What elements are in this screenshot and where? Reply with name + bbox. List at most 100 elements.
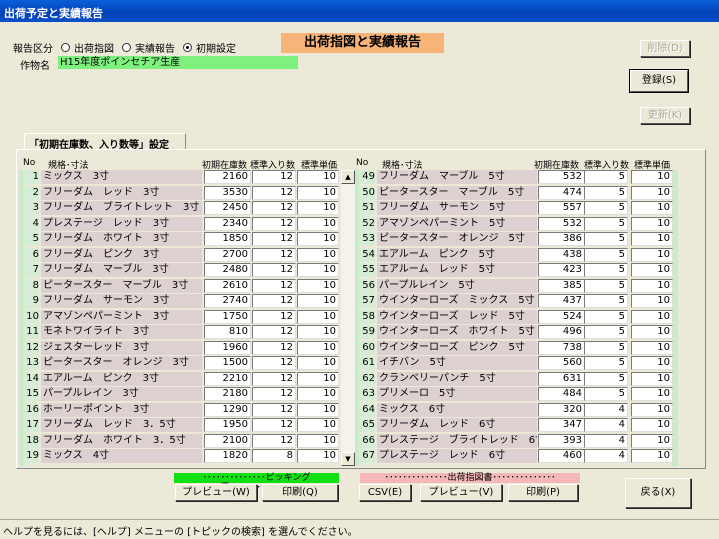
price-field[interactable]: 10 <box>297 387 339 401</box>
table-scrollbar[interactable]: ▲ ▼ <box>341 170 355 466</box>
price-field[interactable]: 10 <box>631 418 673 432</box>
register-button[interactable]: 登録(S) <box>629 69 689 93</box>
stock-field[interactable]: 2160 <box>204 170 251 184</box>
price-field[interactable]: 10 <box>297 201 339 215</box>
price-field[interactable]: 10 <box>297 247 339 262</box>
stock-field[interactable]: 320 <box>538 402 585 417</box>
stock-field[interactable]: 460 <box>538 449 585 463</box>
price-field[interactable]: 10 <box>631 402 673 417</box>
stock-field[interactable]: 3530 <box>204 185 251 200</box>
stock-field[interactable]: 532 <box>538 170 585 184</box>
price-field[interactable]: 10 <box>297 433 339 448</box>
stock-field[interactable]: 532 <box>538 216 585 231</box>
price-field[interactable]: 10 <box>631 185 673 200</box>
update-button[interactable]: 更新(K) <box>640 107 690 124</box>
quantity-field[interactable]: 12 <box>252 263 296 277</box>
price-field[interactable]: 10 <box>631 371 673 386</box>
quantity-field[interactable]: 5 <box>584 263 628 277</box>
stock-field[interactable]: 560 <box>538 356 585 370</box>
quantity-field[interactable]: 12 <box>252 433 296 448</box>
price-field[interactable]: 10 <box>297 294 339 308</box>
price-field[interactable]: 10 <box>297 418 339 432</box>
quantity-field[interactable]: 8 <box>252 449 296 463</box>
radio-result-report[interactable]: 実績報告 <box>122 40 175 55</box>
quantity-field[interactable]: 4 <box>584 449 628 463</box>
quantity-field[interactable]: 12 <box>252 216 296 231</box>
price-field[interactable]: 10 <box>297 325 339 339</box>
quantity-field[interactable]: 12 <box>252 371 296 386</box>
stock-field[interactable]: 386 <box>538 232 585 246</box>
shipping-print-button[interactable]: 印刷(P) <box>508 484 578 501</box>
stock-field[interactable]: 496 <box>538 325 585 339</box>
quantity-field[interactable]: 5 <box>584 216 628 231</box>
stock-field[interactable]: 1290 <box>204 402 251 417</box>
back-button[interactable]: 戻る(X) <box>625 478 691 508</box>
stock-field[interactable]: 2740 <box>204 294 251 308</box>
price-field[interactable]: 10 <box>631 433 673 448</box>
price-field[interactable]: 10 <box>631 294 673 308</box>
price-field[interactable]: 10 <box>631 325 673 339</box>
quantity-field[interactable]: 5 <box>584 294 628 308</box>
quantity-field[interactable]: 12 <box>252 278 296 293</box>
stock-field[interactable]: 2610 <box>204 278 251 293</box>
quantity-field[interactable]: 12 <box>252 340 296 355</box>
quantity-field[interactable]: 5 <box>584 232 628 246</box>
picking-print-button[interactable]: 印刷(Q) <box>262 484 338 501</box>
price-field[interactable]: 10 <box>631 247 673 262</box>
scroll-down-icon[interactable]: ▼ <box>341 452 355 466</box>
stock-field[interactable]: 2450 <box>204 201 251 215</box>
price-field[interactable]: 10 <box>631 387 673 401</box>
price-field[interactable]: 10 <box>297 170 339 184</box>
stock-field[interactable]: 2340 <box>204 216 251 231</box>
quantity-field[interactable]: 4 <box>584 402 628 417</box>
quantity-field[interactable]: 12 <box>252 185 296 200</box>
stock-field[interactable]: 1850 <box>204 232 251 246</box>
stock-field[interactable]: 524 <box>538 309 585 324</box>
quantity-field[interactable]: 12 <box>252 170 296 184</box>
price-field[interactable]: 10 <box>297 309 339 324</box>
quantity-field[interactable]: 12 <box>252 387 296 401</box>
stock-field[interactable]: 474 <box>538 185 585 200</box>
price-field[interactable]: 10 <box>297 263 339 277</box>
stock-field[interactable]: 1820 <box>204 449 251 463</box>
quantity-field[interactable]: 5 <box>584 340 628 355</box>
price-field[interactable]: 10 <box>631 170 673 184</box>
stock-field[interactable]: 437 <box>538 294 585 308</box>
price-field[interactable]: 10 <box>297 449 339 463</box>
stock-field[interactable]: 423 <box>538 263 585 277</box>
stock-field[interactable]: 1500 <box>204 356 251 370</box>
price-field[interactable]: 10 <box>297 340 339 355</box>
stock-field[interactable]: 738 <box>538 340 585 355</box>
price-field[interactable]: 10 <box>297 185 339 200</box>
quantity-field[interactable]: 12 <box>252 247 296 262</box>
stock-field[interactable]: 2700 <box>204 247 251 262</box>
price-field[interactable]: 10 <box>297 402 339 417</box>
price-field[interactable]: 10 <box>631 278 673 293</box>
quantity-field[interactable]: 5 <box>584 247 628 262</box>
stock-field[interactable]: 438 <box>538 247 585 262</box>
quantity-field[interactable]: 12 <box>252 356 296 370</box>
quantity-field[interactable]: 4 <box>584 418 628 432</box>
price-field[interactable]: 10 <box>631 340 673 355</box>
price-field[interactable]: 10 <box>297 278 339 293</box>
picking-preview-button[interactable]: プレビュー(W) <box>175 484 257 501</box>
price-field[interactable]: 10 <box>631 449 673 463</box>
tab-initial-settings[interactable]: 「初期在庫数、入り数等」設定 <box>24 133 186 151</box>
price-field[interactable]: 10 <box>631 263 673 277</box>
stock-field[interactable]: 2480 <box>204 263 251 277</box>
price-field[interactable]: 10 <box>631 216 673 231</box>
quantity-field[interactable]: 12 <box>252 232 296 246</box>
stock-field[interactable]: 1950 <box>204 418 251 432</box>
quantity-field[interactable]: 5 <box>584 356 628 370</box>
stock-field[interactable]: 347 <box>538 418 585 432</box>
quantity-field[interactable]: 12 <box>252 418 296 432</box>
stock-field[interactable]: 2100 <box>204 433 251 448</box>
price-field[interactable]: 10 <box>631 201 673 215</box>
quantity-field[interactable]: 4 <box>584 433 628 448</box>
quantity-field[interactable]: 5 <box>584 325 628 339</box>
quantity-field[interactable]: 5 <box>584 387 628 401</box>
csv-button[interactable]: CSV(E) <box>359 484 411 501</box>
price-field[interactable]: 10 <box>631 232 673 246</box>
shipping-preview-button[interactable]: プレビュー(V) <box>420 484 502 501</box>
quantity-field[interactable]: 5 <box>584 201 628 215</box>
